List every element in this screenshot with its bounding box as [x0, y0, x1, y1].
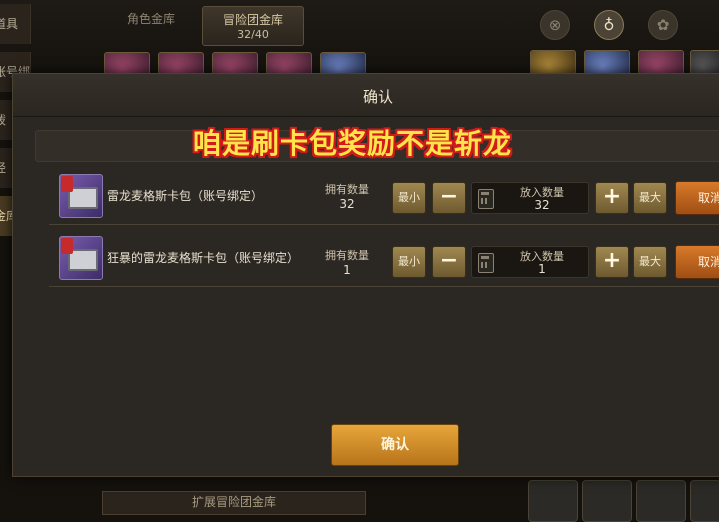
inventory-slot[interactable]	[582, 480, 632, 522]
owned-quantity-label: 拥有数量	[325, 249, 369, 262]
quantity-input[interactable]: 放入数量 32	[471, 182, 589, 214]
cancel-button[interactable]: 取消	[675, 181, 719, 215]
owned-quantity-value: 32	[339, 197, 355, 211]
card-pack-icon	[59, 174, 103, 218]
max-button[interactable]: 最大	[633, 182, 667, 214]
tab-label: 冒险团金库	[222, 13, 283, 27]
dialog-header: 确认	[13, 74, 719, 117]
cancel-button[interactable]: 取消	[675, 245, 719, 279]
inventory-slot[interactable]	[636, 480, 686, 522]
plus-button[interactable]: +	[595, 182, 629, 214]
filter-material-icon[interactable]: ✿	[648, 10, 678, 40]
tab-label: 角色金库	[126, 12, 175, 26]
owned-quantity-value: 1	[343, 263, 351, 277]
item-name: 狂暴的雷龙麦格斯卡包（账号绑定）	[107, 251, 300, 265]
overlay-caption: 咱是刷卡包奖励不是斩龙	[193, 127, 513, 160]
put-quantity-value: 32	[534, 198, 550, 212]
expand-vault-tab[interactable]: 扩展冒险团金库	[102, 491, 366, 515]
min-button[interactable]: 最小	[392, 182, 426, 214]
min-button[interactable]: 最小	[392, 246, 426, 278]
tab-adventure-vault[interactable]: 冒险团金库 32/40	[202, 6, 304, 46]
filter-equipment-icon[interactable]: ⊗	[540, 10, 570, 40]
max-button[interactable]: 最大	[633, 246, 667, 278]
card-pack-icon	[59, 236, 103, 280]
quantity-input[interactable]: 放入数量 1	[471, 246, 589, 278]
tab-count: 32/40	[237, 28, 269, 41]
put-quantity-value: 1	[538, 262, 546, 276]
calculator-icon[interactable]	[478, 253, 494, 273]
filter-potion-icon[interactable]: ♁	[594, 10, 624, 40]
item-name: 雷龙麦格斯卡包（账号绑定）	[107, 189, 264, 203]
calculator-icon[interactable]	[478, 189, 494, 209]
minus-button[interactable]: −	[432, 246, 466, 278]
tab-character-vault[interactable]: 角色金库	[104, 6, 198, 44]
item-row: 狂暴的雷龙麦格斯卡包（账号绑定） 拥有数量 1 最小 − 放入数量 1 + 最大…	[49, 232, 719, 287]
owned-quantity-label: 拥有数量	[325, 183, 369, 196]
left-menu-item-items[interactable]: 道具	[0, 4, 31, 44]
inventory-slot[interactable]	[690, 480, 719, 522]
minus-button[interactable]: −	[432, 182, 466, 214]
dialog-title: 确认	[363, 88, 394, 106]
item-row: 雷龙麦格斯卡包（账号绑定） 拥有数量 32 最小 − 放入数量 32 + 最大 …	[49, 170, 719, 225]
inventory-slot[interactable]	[528, 480, 578, 522]
plus-button[interactable]: +	[595, 246, 629, 278]
confirm-button[interactable]: 确认	[331, 424, 459, 466]
